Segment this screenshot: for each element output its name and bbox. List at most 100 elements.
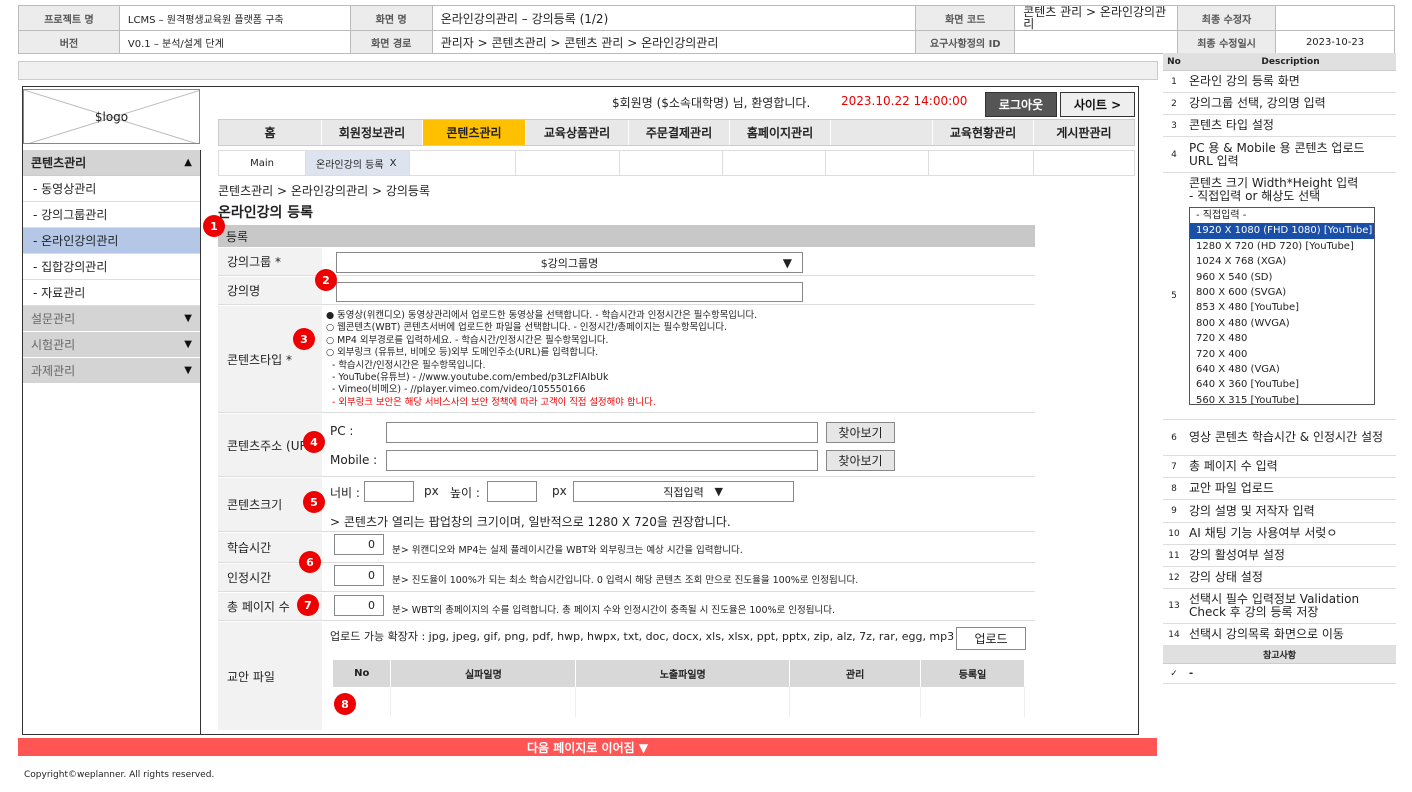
chevron-down-icon: ▼ (714, 485, 723, 498)
type-option-external[interactable]: ○ 외부링크 (유튜브, 비메오 등)외부 도메인주소(URL)를 입력합니다. (326, 347, 1035, 359)
desc-text: 영상 콘텐츠 학습시간 & 인정시간 설정 (1189, 430, 1384, 444)
size-preset-value: 직접입력 (663, 485, 704, 499)
type-option-mp4[interactable]: ○ MP4 외부경로를 입력하세요. - 학습시간/인정시간은 필수항목입니다. (326, 335, 1035, 347)
pages-input[interactable]: 0 (334, 595, 384, 616)
annotation-badge: 7 (297, 594, 319, 616)
welcome-text: $회원명 ($소속대학명) 님, 환영합니다. (612, 96, 811, 110)
resolution-option[interactable]: 640 X 360 [YouTube] (1190, 377, 1374, 392)
type-option-video[interactable]: ● 동영상(위캔디오) 동영상관리에서 업로드한 동영상을 선택합니다. - 학… (326, 310, 1035, 322)
gnb-member[interactable]: 회원정보관리 (322, 120, 423, 145)
type-warning: - 외부링크 보안은 해당 서비스사의 보안 정책에 따라 고객이 직접 설정해… (332, 396, 656, 408)
resolution-option[interactable]: 853 X 480 [YouTube] (1190, 300, 1374, 315)
screen-name-value: 온라인강의관리 – 강의등록 (1/2) (431, 5, 917, 31)
tab-current[interactable]: 온라인강의 등록 X (306, 151, 410, 175)
collapse-up-icon[interactable]: ▲ (184, 157, 192, 168)
desc-text: AI 채팅 기능 사용여부 서렂ㅇ (1189, 526, 1338, 540)
resolution-listbox[interactable]: - 직접입력 - 1920 X 1080 (FHD 1080) [YouTube… (1189, 207, 1375, 405)
logo[interactable]: $logo (23, 89, 200, 144)
mobile-browse-button[interactable]: 찾아보기 (826, 450, 895, 471)
gnb-order[interactable]: 주문결제관리 (629, 120, 730, 145)
width-unit: px (424, 484, 439, 498)
description-header: No Description (1163, 53, 1396, 71)
tab-empty (723, 151, 826, 175)
mobile-url-input[interactable] (386, 450, 818, 471)
desc-no: 4 (1171, 149, 1177, 160)
width-input[interactable] (364, 481, 414, 502)
desc-col-desc: Description (1261, 56, 1320, 67)
sidebar-item-lecture-group[interactable]: - 강의그룹관리 (23, 202, 200, 228)
gnb-status[interactable]: 교육현황관리 (933, 120, 1034, 145)
type-note: - Vimeo(비메오) - //player.vimeo.com/video/… (332, 384, 586, 396)
sidebar-group-assignment[interactable]: 과제관리 ▼ (23, 358, 200, 384)
lecture-group-select-value: $강의그룹명 (540, 256, 599, 270)
desc-text: 온라인 강의 등록 화면 (1189, 74, 1300, 88)
resolution-option[interactable]: 800 X 600 (SVGA) (1190, 285, 1374, 300)
site-button[interactable]: 사이트 > (1060, 92, 1135, 117)
resolution-option[interactable]: 560 X 315 [YouTube] (1190, 393, 1374, 404)
gnb-content[interactable]: 콘텐츠관리 (423, 120, 526, 145)
logo-text: $logo (94, 109, 129, 124)
upload-button[interactable]: 업로드 (956, 627, 1026, 650)
resolution-option[interactable]: 640 X 480 (VGA) (1190, 362, 1374, 377)
desc-no: 10 (1168, 528, 1180, 539)
desc-text: 강의그룹 선택, 강의명 입력 (1189, 96, 1326, 110)
lecture-group-select[interactable]: $강의그룹명 ▼ (336, 252, 803, 273)
desc-row: 4 PC 용 & Mobile 용 콘텐츠 업로드 URL 입력 (1163, 137, 1396, 173)
type-option-wbt[interactable]: ○ 웹콘텐츠(WBT) 콘텐츠서버에 업로드한 파일을 선택합니다. - 인정시… (326, 322, 1035, 334)
desc-no: 7 (1171, 461, 1177, 472)
resolution-option[interactable]: 1024 X 768 (XGA) (1190, 254, 1374, 269)
desc-row: 9 강의 설명 및 저작자 입력 (1163, 500, 1396, 523)
sidebar-item-online-lecture[interactable]: - 온라인강의관리 (23, 228, 200, 254)
page-tabs: Main 온라인강의 등록 X (218, 150, 1135, 176)
form-row-study-time: 학습시간 0 분> 위캔디오와 MP4는 실제 플레이시간을 WBT와 외부링크… (218, 533, 1035, 563)
sidebar-title-label: 콘텐츠관리 (31, 156, 87, 170)
next-page-bar: 다음 페이지로 이어짐 ▼ (18, 738, 1157, 756)
resolution-option[interactable]: 800 X 480 (WVGA) (1190, 316, 1374, 331)
resolution-option[interactable]: 1280 X 720 (HD 720) [YouTube] (1190, 239, 1374, 254)
desc-row: 1 온라인 강의 등록 화면 (1163, 71, 1396, 93)
sidebar-item-video[interactable]: - 동영상관리 (23, 176, 200, 202)
sidebar-group-label: 과제관리 (31, 364, 76, 378)
tab-main[interactable]: Main (219, 151, 306, 175)
description-panel: No Description 1 온라인 강의 등록 화면 2 강의그룹 선택, 강… (1163, 53, 1396, 684)
resolution-option[interactable]: - 직접입력 - (1190, 208, 1374, 223)
logout-button[interactable]: 로그아웃 (985, 92, 1057, 117)
pc-url-input[interactable] (386, 422, 818, 443)
size-preset-select[interactable]: 직접입력 ▼ (573, 481, 794, 502)
sidebar-title[interactable]: 콘텐츠관리 ▲ (23, 150, 200, 176)
height-input[interactable] (487, 481, 537, 502)
desc-no: 2 (1171, 98, 1177, 109)
resolution-option[interactable]: 720 X 480 (1190, 331, 1374, 346)
sidebar-item-materials[interactable]: - 자료관리 (23, 280, 200, 306)
resolution-option[interactable]: 960 X 540 (SD) (1190, 270, 1374, 285)
sidebar-group-survey[interactable]: 설문관리 ▼ (23, 306, 200, 332)
study-time-input[interactable]: 0 (334, 534, 384, 555)
gnb-home[interactable]: 홈 (219, 120, 322, 145)
modified-date-label: 최종 수정일시 (1177, 30, 1276, 54)
gnb-board[interactable]: 게시판관리 (1034, 120, 1134, 145)
col-real-name: 실파일명 (390, 660, 577, 687)
gnb-product[interactable]: 교육상품관리 (526, 120, 629, 145)
tab-close-icon[interactable]: X (390, 158, 397, 169)
doc-meta-table: 프로젝트 명 LCMS – 원격평생교육원 플랫폼 구축 화면 명 온라인강의관… (18, 5, 1395, 54)
lecture-name-input[interactable] (336, 282, 803, 302)
gnb-homepage[interactable]: 홈페이지관리 (730, 120, 831, 145)
chevron-down-icon: ▼ (782, 255, 792, 270)
desc-no: 1 (1171, 76, 1177, 87)
form-row-cert-time: 인정시간 0 분> 진도율이 100%가 되는 최소 학습시간입니다. 0 입력… (218, 564, 1035, 592)
annotation-badge: 3 (293, 328, 315, 350)
modified-date-value: 2023-10-23 (1275, 30, 1395, 54)
current-datetime: 2023.10.22 14:00:00 (841, 94, 968, 108)
desc-text: 선택시 필수 입력정보 Validation Check 후 강의 등록 저장 (1189, 592, 1360, 619)
cert-time-input[interactable]: 0 (334, 565, 384, 586)
sidebar-group-exam[interactable]: 시험관리 ▼ (23, 332, 200, 358)
desc-text: 교안 파일 업로드 (1189, 481, 1274, 495)
pc-browse-button[interactable]: 찾아보기 (826, 422, 895, 443)
resolution-option-selected[interactable]: 1920 X 1080 (FHD 1080) [YouTube] (1190, 223, 1374, 239)
annotation-badge: 8 (334, 693, 356, 715)
file-ext-note: 업로드 가능 확장자 : jpg, jpeg, gif, png, pdf, h… (330, 630, 955, 643)
resolution-option[interactable]: 720 X 400 (1190, 347, 1374, 362)
separator-bar (18, 61, 1158, 80)
sidebar-group-label: 시험관리 (31, 338, 76, 352)
sidebar-item-group-lecture[interactable]: - 집합강의관리 (23, 254, 200, 280)
